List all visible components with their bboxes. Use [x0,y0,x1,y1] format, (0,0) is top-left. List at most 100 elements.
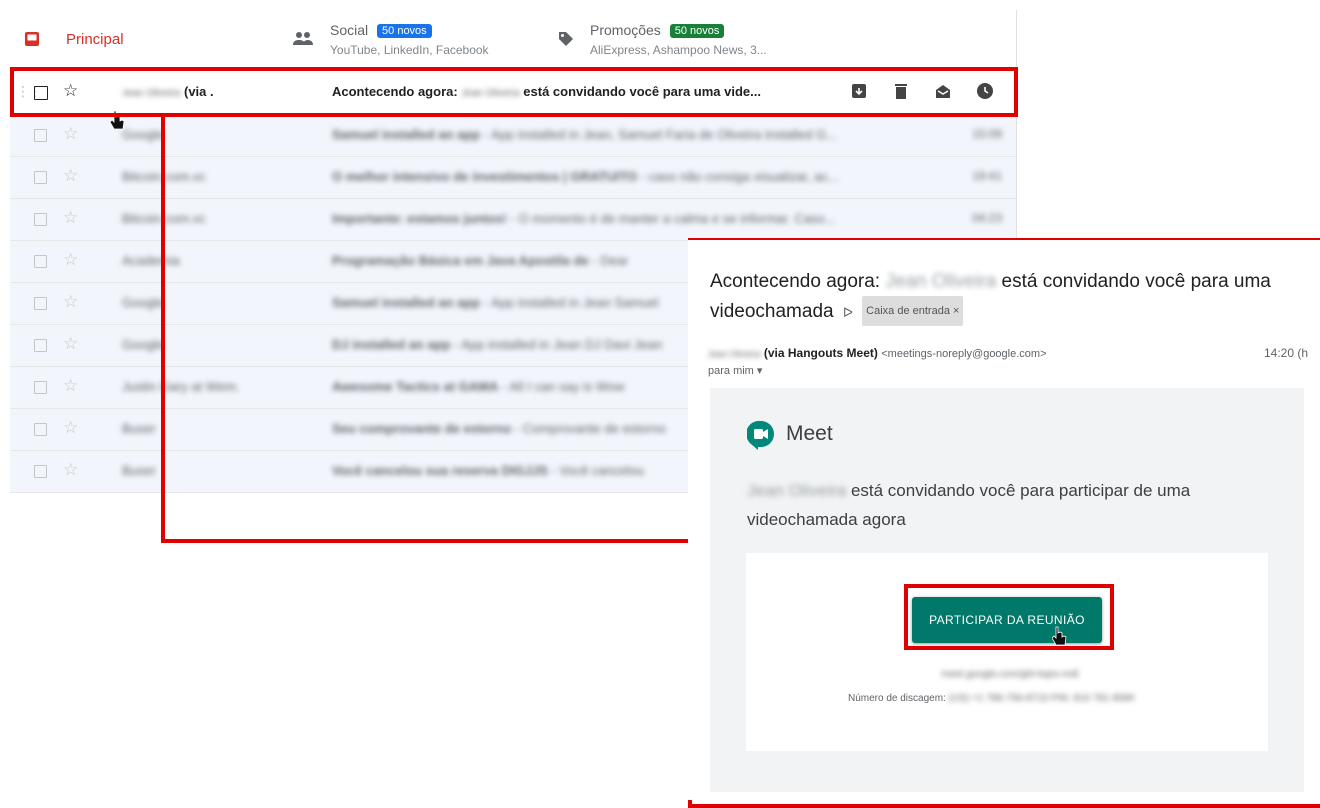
email-time: 14:20 (h [1264,346,1309,360]
star-icon[interactable]: ☆ [63,166,78,186]
tab-social-senders: YouTube, LinkedIn, Facebook [330,43,489,57]
row-snippet: - All I can say is Wow [502,379,625,394]
row-sender: Buser [122,463,156,478]
row-subject: Programação Básica em Java Apostila de -… [332,253,629,268]
people-icon [293,32,313,45]
email-subject: Acontecendo agora: Jean Oliveira está co… [332,84,761,99]
hand-cursor-icon [1052,626,1067,646]
tag-icon [559,32,573,46]
join-section: PARTICIPAR DA REUNIÃO meet.google.com/gh… [746,553,1268,751]
row-time: 19:41 [971,169,1002,183]
row-snippet: - App installed in Jean, Samuel Faria de… [483,127,838,142]
email-detail-subject: Acontecendo agora: Jean Oliveira está co… [710,268,1310,327]
meet-invite-card: Meet Jean Oliveira está convidando você … [710,388,1304,792]
row-checkbox[interactable] [34,339,47,352]
row-checkbox[interactable] [34,129,47,142]
star-icon[interactable]: ☆ [63,292,78,312]
to-recipient-toggle[interactable]: para mim ▾ [708,364,762,377]
row-sender: Bitcoin.com.vc [122,211,206,226]
row-snippet: - App installed in Jean Samuel [483,295,659,310]
email-row[interactable]: ☆ Bitcoin.com.vc Importante: estamos junto… [10,199,1016,241]
invite-text: Jean Oliveira está convidando você para … [747,476,1247,534]
row-sender: Justin Gary at Wem. [122,379,240,394]
detail-subject-prefix: Acontecendo agora: [710,271,881,292]
email-row[interactable]: ☆ Bitcoin.com.vc O melhor intensivo de inv… [10,157,1016,199]
tab-social[interactable]: Social 50 novos YouTube, LinkedIn, Faceb… [280,10,540,68]
sender-via: (via . [183,84,214,99]
row-subject: Seu comprovante de estorno - Comprovante… [332,421,666,436]
trash-icon[interactable] [892,82,910,100]
snooze-icon[interactable] [976,82,994,100]
from-via: (via Hangouts Meet) [763,346,878,360]
invite-name-blurred: Jean Oliveira [747,481,847,500]
email-row[interactable]: ☆ Google Samuel installed an app - App ins… [10,115,1016,157]
important-marker-icon[interactable]: ᐅ [843,305,853,320]
row-subject: Awesome Tactics at GAMA - All I can say … [332,379,625,394]
row-subject-title: DJ installed an app [332,337,451,352]
email-row-selected[interactable]: ⋮⋮ ☆ Jean Oliveira (via . Acontecendo ag… [10,70,1016,115]
dial-label: Número de discagem: [848,693,946,704]
promo-new-badge: 50 novos [669,24,725,38]
email-sender: Jean Oliveira (via . [122,84,214,99]
row-sender: Google [122,337,164,352]
row-sender: Buser [122,421,156,436]
star-icon[interactable]: ☆ [63,334,78,354]
dial-in-info: Número de discagem: (US) +1 786-756-8715… [848,693,1135,704]
tab-promocoes-label: Promoções [590,22,661,38]
email-detail-panel: Acontecendo agora: Jean Oliveira está co… [688,240,1320,800]
star-icon[interactable]: ☆ [63,124,78,144]
row-checkbox[interactable] [34,86,48,100]
star-icon[interactable]: ☆ [63,376,78,396]
row-subject: Samuel installed an app - App installed … [332,127,837,142]
row-subject: DJ installed an app - App installed in J… [332,337,662,352]
from-name-blurred: Jean Oliveira [708,349,761,359]
row-checkbox[interactable] [34,297,47,310]
row-sender: Academia [122,253,180,268]
row-subject-title: Você cancelou sua reserva DIGJJS [332,463,548,478]
join-meeting-button[interactable]: PARTICIPAR DA REUNIÃO [912,597,1102,643]
row-checkbox[interactable] [34,213,47,226]
dial-number-blurred[interactable]: (US) +1 786-756-8715 PIN: 810 781 808# [949,693,1135,704]
star-icon[interactable]: ☆ [63,208,78,228]
row-snippet: - O momento é de manter a calma e se inf… [510,211,836,226]
row-subject-title: O melhor intensivo de investimentos | GR… [332,169,638,184]
row-checkbox[interactable] [34,423,47,436]
inbox-label-chip[interactable]: Caixa de entrada × [862,296,964,326]
row-snippet: - Você cancelou [551,463,644,478]
row-subject: Você cancelou sua reserva DIGJJS - Você … [332,463,644,478]
subject-prefix: Acontecendo agora: [332,84,458,99]
tab-social-label: Social [330,22,369,38]
row-checkbox[interactable] [34,255,47,268]
star-icon[interactable]: ☆ [63,460,78,480]
archive-icon[interactable] [850,82,868,100]
row-sender: Google [122,295,164,310]
tab-principal[interactable]: Principal [10,10,280,68]
sender-name-blurred: Jean Oliveira [122,88,181,99]
row-subject: Importante: estamos juntos! - O momento … [332,211,836,226]
detail-subject-name-blurred: Jean Oliveira [885,271,997,292]
email-from: Jean Oliveira (via Hangouts Meet) <meeti… [708,346,1047,360]
mouse-cursor-icon [110,110,125,130]
meet-link-blurred[interactable]: meet.google.com/ght-kqes-mdi [930,669,1090,680]
row-checkbox[interactable] [34,171,47,184]
row-subject-title: Samuel installed an app [332,127,481,142]
row-checkbox[interactable] [34,465,47,478]
meet-title: Meet [786,422,833,445]
subject-suffix: está convidando você para uma vide... [523,84,761,99]
row-snippet: - App installed in Jean DJ Davi Jean [454,337,663,352]
star-icon[interactable]: ☆ [63,250,78,270]
star-icon[interactable]: ☆ [63,81,78,101]
row-checkbox[interactable] [34,381,47,394]
tab-promo-senders: AliExpress, Ashampoo News, 3... [590,43,767,57]
star-icon[interactable]: ☆ [63,418,78,438]
mark-read-icon[interactable] [934,82,952,100]
row-time: 15:09 [971,127,1002,141]
row-subject: O melhor intensivo de investimentos | GR… [332,169,839,184]
row-subject-title: Programação Básica em Java Apostila de [332,253,589,268]
inbox-icon [25,32,39,46]
tab-promocoes[interactable]: Promoções 50 novos AliExpress, Ashampoo … [540,10,840,68]
row-subject: Samuel installed an app - App installed … [332,295,659,310]
row-subject-title: Awesome Tactics at GAMA [332,379,499,394]
meet-logo-icon [747,420,774,450]
row-time: 04:23 [971,211,1002,225]
